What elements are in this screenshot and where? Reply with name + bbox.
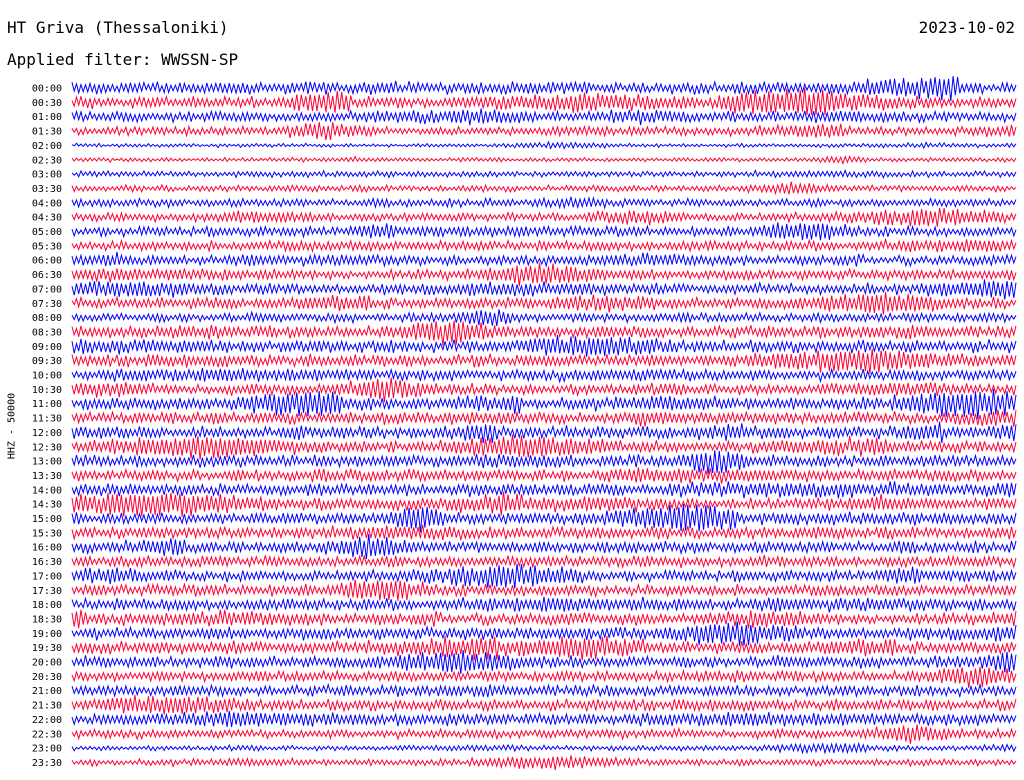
time-tick-label: 17:00 (32, 571, 62, 582)
trace-2330 (71, 755, 1017, 770)
time-tick-label: 00:00 (32, 84, 62, 95)
time-tick-label: 09:00 (32, 342, 62, 353)
time-tick-label: 17:30 (32, 586, 62, 597)
trace-2230 (71, 724, 1017, 744)
trace-0330 (71, 181, 1017, 196)
time-tick-label: 14:00 (32, 485, 62, 496)
trace-0100 (71, 108, 1017, 126)
time-tick-label: 02:00 (32, 141, 62, 152)
trace-1530 (71, 524, 1017, 541)
time-tick-label: 18:30 (32, 614, 62, 625)
trace-0200 (71, 140, 1017, 150)
time-tick-label: 15:00 (32, 514, 62, 525)
trace-0530 (71, 237, 1017, 254)
trace-0430 (71, 207, 1017, 227)
trace-2200 (71, 710, 1017, 728)
time-tick-label: 20:00 (32, 658, 62, 669)
time-tick-label: 18:00 (32, 600, 62, 611)
time-tick-label: 01:00 (32, 112, 62, 123)
time-tick-label: 07:00 (32, 284, 62, 295)
trace-1030 (71, 377, 1017, 403)
time-tick-label: 03:30 (32, 184, 62, 195)
trace-1630 (71, 554, 1017, 570)
time-tick-label: 10:00 (32, 371, 62, 382)
time-tick-label: 13:30 (32, 471, 62, 482)
trace-1330 (71, 467, 1017, 484)
trace-1800 (71, 596, 1017, 613)
trace-0500 (71, 222, 1017, 241)
time-tick-label: 08:30 (32, 327, 62, 338)
time-tick-label: 23:00 (32, 744, 62, 755)
trace-2100 (71, 682, 1017, 699)
time-tick-label: 16:00 (32, 543, 62, 554)
time-tick-label: 00:30 (32, 98, 62, 109)
trace-2300 (71, 741, 1017, 755)
trace-0400 (71, 195, 1017, 210)
trace-1600 (71, 533, 1017, 559)
time-tick-label: 04:30 (32, 213, 62, 224)
time-tick-label: 15:30 (32, 528, 62, 539)
time-tick-label: 05:00 (32, 227, 62, 238)
trace-0900 (71, 335, 1017, 357)
time-tick-label: 01:30 (32, 127, 62, 138)
time-tick-label: 11:00 (32, 399, 62, 410)
time-tick-label: 14:30 (32, 500, 62, 511)
trace-0230 (71, 155, 1017, 166)
time-tick-label: 22:00 (32, 715, 62, 726)
time-tick-label: 20:30 (32, 672, 62, 683)
trace-1130 (71, 409, 1017, 427)
trace-1700 (71, 563, 1017, 589)
trace-0700 (71, 279, 1017, 300)
time-tick-label: 23:30 (32, 758, 62, 769)
time-tick-label: 16:30 (32, 557, 62, 568)
time-tick-label: 22:30 (32, 729, 62, 740)
time-tick-label: 06:30 (32, 270, 62, 281)
trace-2130 (71, 694, 1017, 715)
time-tick-label: 05:30 (32, 241, 62, 252)
time-tick-label: 12:30 (32, 442, 62, 453)
time-tick-label: 04:00 (32, 198, 62, 209)
trace-1400 (71, 481, 1017, 499)
time-tick-label: 10:30 (32, 385, 62, 396)
time-tick-label: 02:30 (32, 155, 62, 166)
trace-0600 (71, 251, 1017, 268)
time-tick-label: 21:00 (32, 686, 62, 697)
time-tick-label: 12:00 (32, 428, 62, 439)
trace-0130 (71, 122, 1017, 141)
trace-0300 (71, 168, 1017, 179)
time-tick-label: 07:30 (32, 299, 62, 310)
trace-0000 (71, 75, 1017, 102)
time-tick-label: 13:00 (32, 457, 62, 468)
seismogram-plot: 00:00 00:30 01:00 01:30 02:00 02:30 03:00 03:30… (32, 75, 1017, 770)
time-tick-label: 19:00 (32, 629, 62, 640)
time-tick-label: 09:30 (32, 356, 62, 367)
time-tick-label: 08:00 (32, 313, 62, 324)
time-tick-label: 19:30 (32, 643, 62, 654)
time-tick-label: 21:30 (32, 701, 62, 712)
trace-1830 (71, 609, 1017, 629)
time-tick-label: 11:30 (32, 414, 62, 425)
trace-2000 (71, 649, 1017, 675)
time-tick-label: 03:00 (32, 170, 62, 181)
trace-0730 (71, 291, 1017, 315)
time-tick-label: 06:00 (32, 256, 62, 267)
